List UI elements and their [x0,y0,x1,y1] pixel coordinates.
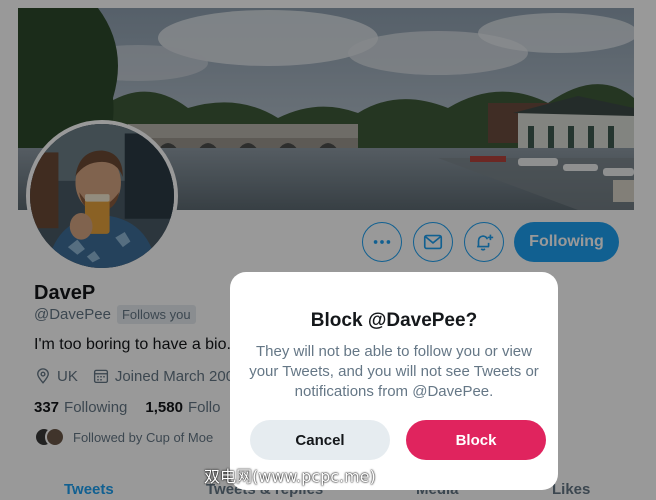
watermark-text: 双电网(www.pcpc.me) [204,467,376,486]
block-button[interactable]: Block [406,420,546,460]
cancel-button[interactable]: Cancel [250,420,390,460]
dialog-message: They will not be able to follow you or v… [249,343,539,400]
block-dialog: Block @DavePee? They will not be able to… [230,272,558,490]
dialog-title: Block @DavePee? [310,310,478,331]
